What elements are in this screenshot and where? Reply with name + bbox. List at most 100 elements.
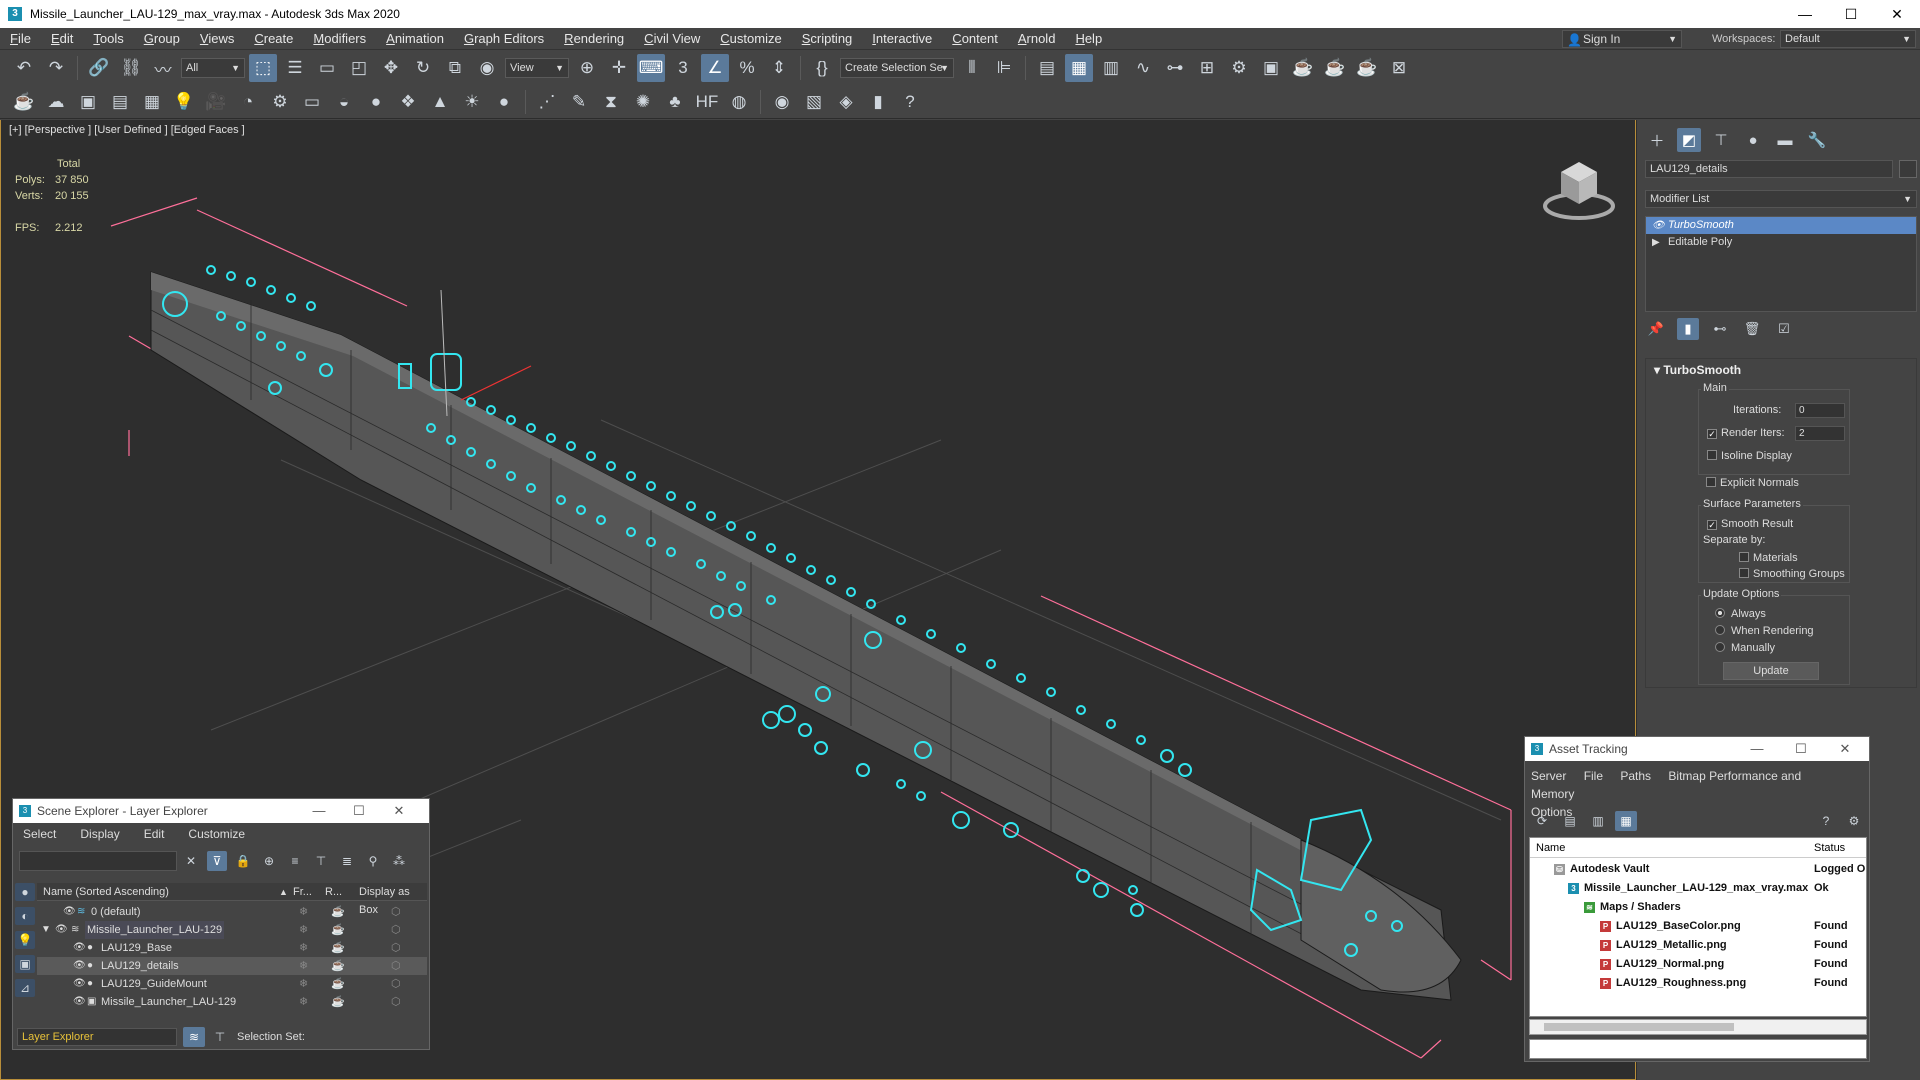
render-production-icon[interactable]: ☕: [1289, 54, 1317, 82]
cloud-icon[interactable]: ☁: [42, 88, 70, 116]
make-unique-icon[interactable]: ⊷: [1709, 318, 1731, 340]
materials-row[interactable]: Materials: [1739, 552, 1798, 564]
keyboard-shortcut-override-icon[interactable]: ⌨: [637, 54, 665, 82]
render-in-cloud-icon[interactable]: ⊠: [1385, 54, 1413, 82]
maximize-button[interactable]: ☐: [1781, 737, 1821, 761]
minimize-button[interactable]: —: [1737, 737, 1777, 761]
render-icon[interactable]: ☕: [331, 957, 345, 975]
reference-coordinate-dropdown[interactable]: View ▼: [505, 58, 569, 78]
menu-file[interactable]: File: [0, 28, 41, 50]
angle-snap-icon[interactable]: ∠: [701, 54, 729, 82]
materials-checkbox[interactable]: [1739, 552, 1749, 562]
scale-icon[interactable]: ⧉: [441, 54, 469, 82]
window-crossing-icon[interactable]: ◰: [345, 54, 373, 82]
render-icon[interactable]: ☕: [331, 903, 345, 921]
iterations-spinner[interactable]: 0: [1795, 403, 1845, 418]
place-icon[interactable]: ◉: [473, 54, 501, 82]
hierarchy-icon[interactable]: ⁂: [389, 851, 409, 871]
material-library-icon[interactable]: ▧: [800, 88, 828, 116]
ies-light-icon[interactable]: ●: [490, 88, 518, 116]
explicit-normals-row[interactable]: Explicit Normals: [1706, 477, 1799, 489]
material-converter-icon[interactable]: ◈: [832, 88, 860, 116]
menu-interactive[interactable]: Interactive: [862, 28, 942, 50]
menu-views[interactable]: Views: [190, 28, 244, 50]
render-setup-icon[interactable]: ⚙: [1225, 54, 1253, 82]
hierarchy-view-icon[interactable]: ⊤: [209, 1027, 231, 1047]
menu-scripting[interactable]: Scripting: [792, 28, 863, 50]
rectangular-selection-icon[interactable]: ▭: [313, 54, 341, 82]
freeze-icon[interactable]: ❄: [299, 975, 308, 993]
at-menu-file[interactable]: File: [1584, 769, 1603, 783]
proxy-icon[interactable]: ✎: [565, 88, 593, 116]
teapot-icon[interactable]: ☕: [10, 88, 38, 116]
show-end-result-icon[interactable]: ▮: [1677, 318, 1699, 340]
scrollbar-thumb[interactable]: [1544, 1023, 1734, 1031]
help-icon[interactable]: ?: [1815, 811, 1837, 831]
eye-icon[interactable]: 👁: [73, 957, 86, 975]
render-icon[interactable]: ☕: [331, 939, 345, 957]
dome-light-icon[interactable]: ◔: [234, 88, 262, 116]
menu-rendering[interactable]: Rendering: [554, 28, 634, 50]
sign-in-dropdown[interactable]: 👤 Sign In ▼: [1562, 30, 1682, 48]
explicit-normals-checkbox[interactable]: [1706, 477, 1716, 487]
at-menu-server[interactable]: Server: [1531, 769, 1566, 783]
align-icon[interactable]: ⊫: [990, 54, 1018, 82]
box-icon[interactable]: ⬡: [391, 903, 401, 921]
render-settings-icon[interactable]: ⚙: [266, 88, 294, 116]
menu-group[interactable]: Group: [134, 28, 190, 50]
redo-icon[interactable]: ↷: [42, 54, 70, 82]
ribbon-icon[interactable]: ▥: [1097, 54, 1125, 82]
object-color-swatch[interactable]: [1899, 160, 1917, 178]
column-name[interactable]: Name: [1536, 838, 1565, 858]
rendered-frame-window-icon[interactable]: ▣: [1257, 54, 1285, 82]
asset-row[interactable]: P LAU129_Roughness.png Found: [1530, 974, 1866, 993]
light-lister-icon[interactable]: 💡: [170, 88, 198, 116]
se-menu-edit[interactable]: Edit: [144, 823, 165, 845]
asset-row[interactable]: 3 Missile_Launcher_LAU-129_max_vray.max …: [1530, 879, 1866, 898]
smoothing-groups-row[interactable]: Smoothing Groups: [1739, 568, 1845, 580]
vfb-icon[interactable]: ▦: [138, 88, 166, 116]
close-button[interactable]: ✕: [1874, 0, 1920, 28]
asset-path-input[interactable]: [1529, 1039, 1867, 1059]
at-menu-paths[interactable]: Paths: [1620, 769, 1651, 783]
create-tab-icon[interactable]: ＋: [1645, 128, 1669, 152]
render-icon[interactable]: ☕: [331, 975, 345, 993]
layer-row[interactable]: 👁 ≋ 0 (default) ❄ ☕ ⬡: [37, 903, 427, 921]
maximize-button[interactable]: ☐: [339, 799, 379, 823]
utilities-tab-icon[interactable]: 🔧: [1805, 128, 1829, 152]
percent-snap-icon[interactable]: %: [733, 54, 761, 82]
help-icon[interactable]: ?: [896, 88, 924, 116]
workspace-dropdown[interactable]: Default ▼: [1780, 30, 1916, 48]
make-current-layer-icon[interactable]: ⊤: [311, 851, 331, 871]
snaps-toggle-icon[interactable]: 3: [669, 54, 697, 82]
hierarchy-tab-icon[interactable]: ⊤: [1709, 128, 1733, 152]
fur-icon[interactable]: ⋰: [533, 88, 561, 116]
scene-explorer-search-input[interactable]: [19, 851, 177, 871]
menu-animation[interactable]: Animation: [376, 28, 454, 50]
bind-space-warp-icon[interactable]: 〰: [149, 54, 177, 82]
menu-edit[interactable]: Edit: [41, 28, 83, 50]
menu-content[interactable]: Content: [942, 28, 1008, 50]
eye-icon[interactable]: 👁: [73, 939, 86, 957]
select-object-icon[interactable]: ⬚: [249, 54, 277, 82]
new-layer-icon[interactable]: ⊕: [259, 851, 279, 871]
add-to-layer-icon[interactable]: ≡: [285, 851, 305, 871]
menu-help[interactable]: Help: [1065, 28, 1112, 50]
brush-icon[interactable]: ◍: [725, 88, 753, 116]
display-helpers-icon[interactable]: ⊿: [15, 979, 35, 997]
when-rendering-radio[interactable]: [1715, 625, 1725, 635]
asset-tracking-titlebar[interactable]: 3 Asset Tracking — ☐ ✕: [1525, 737, 1869, 761]
environment-fog-icon[interactable]: ✺: [629, 88, 657, 116]
stack-item-editable-poly[interactable]: ▶ Editable Poly: [1646, 234, 1916, 251]
expand-arrow-icon[interactable]: ▶: [1652, 234, 1660, 251]
motion-tab-icon[interactable]: ●: [1741, 128, 1765, 152]
render-frame-icon[interactable]: ▣: [74, 88, 102, 116]
object-row[interactable]: 👁 ● LAU129_GuideMount ❄ ☕ ⬡: [37, 975, 427, 993]
box-icon[interactable]: ⬡: [391, 993, 401, 1011]
render-icon[interactable]: ☕: [331, 921, 345, 939]
select-children-icon[interactable]: ≣: [337, 851, 357, 871]
display-lights-icon[interactable]: 💡: [15, 931, 35, 949]
object-name-field[interactable]: LAU129_details: [1645, 160, 1893, 178]
export-icon[interactable]: ▮: [864, 88, 892, 116]
column-freeze[interactable]: Fr...: [293, 883, 312, 901]
